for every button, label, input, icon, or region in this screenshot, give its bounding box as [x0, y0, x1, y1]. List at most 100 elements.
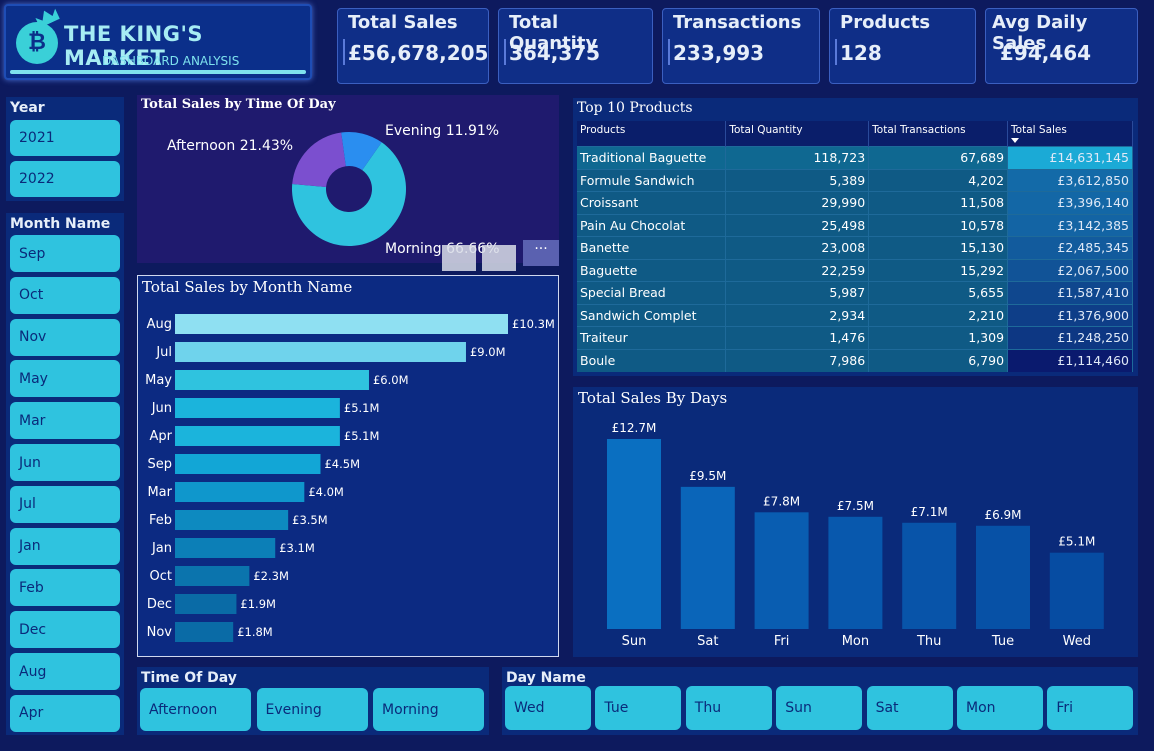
slicer-month-jul[interactable]: Jul — [10, 485, 120, 523]
day-tick-label: Tue — [991, 634, 1014, 649]
table-header-total-quantity[interactable]: Total Quantity — [725, 121, 870, 147]
table-cell: £1,376,900 — [1007, 303, 1133, 327]
slicer-day-tue[interactable]: Tue — [595, 686, 682, 730]
table-cell: Special Bread — [577, 281, 727, 304]
table-cell: £1,248,250 — [1007, 326, 1133, 349]
slicer-year-2022[interactable]: 2022 — [10, 161, 120, 197]
slicer-month-sep[interactable]: Sep — [10, 235, 120, 272]
slicer-day-fri[interactable]: Fri — [1047, 686, 1134, 730]
day-tick-label: Mon — [842, 634, 869, 649]
table-header-products[interactable]: Products — [577, 121, 727, 147]
table-row[interactable]: Formule Sandwich 5,389 4,202 £3,612,850 — [577, 168, 1133, 192]
more-options-icon[interactable]: ··· — [523, 240, 559, 266]
table-cell: 2,210 — [868, 303, 1009, 327]
kpi-avg-daily-sales: Avg Daily Sales £94,464 — [985, 8, 1138, 84]
slicer-month-feb[interactable]: Feb — [10, 569, 120, 607]
table-cell: Pain Au Chocolat — [577, 213, 727, 237]
slicer-day-sat[interactable]: Sat — [866, 686, 953, 730]
slicer-day-wed[interactable]: Wed — [505, 686, 591, 730]
table-cell: Traiteur — [577, 326, 727, 349]
table-cell: 118,723 — [725, 146, 870, 169]
slicer-month-dec[interactable]: Dec — [10, 611, 120, 649]
slicer-month-oct[interactable]: Oct — [10, 276, 120, 314]
month-bar-feb — [175, 510, 289, 530]
year-slicer-title: Year — [10, 100, 45, 116]
month-tick-label: Jun — [151, 401, 172, 416]
table-header-total-transactions[interactable]: Total Transactions — [868, 121, 1009, 147]
kpi-divider — [343, 39, 345, 65]
month-bar-jan — [175, 538, 276, 558]
table-cell: £14,631,145 — [1007, 146, 1133, 169]
table-cell: 4,202 — [868, 168, 1009, 192]
slicer-month-jun[interactable]: Jun — [10, 444, 120, 481]
month-data-label: £4.0M — [308, 485, 344, 499]
table-cell: Sandwich Complet — [577, 303, 727, 327]
day-data-label: £12.7M — [612, 421, 657, 435]
slicer-month-aug[interactable]: Aug — [10, 653, 120, 690]
table-row[interactable]: Baguette 22,259 15,292 £2,067,500 — [577, 258, 1133, 282]
month-sales-bars: Aug £10.3M Jul £9.0M May £6.0M Jun £5.1M Apr £5.1… — [145, 314, 555, 642]
kpi-label: Transactions — [673, 12, 802, 33]
table-cell: 7,986 — [725, 348, 870, 372]
month-sales-chart-panel: Total Sales by Month Name Aug £10.3M Jul £9… — [137, 275, 559, 657]
table-row[interactable]: Special Bread 5,987 5,655 £1,587,410 — [577, 281, 1133, 304]
slicer-month-apr[interactable]: Apr — [10, 694, 120, 732]
month-bar-apr — [175, 426, 340, 446]
table-row[interactable]: Sandwich Complet 2,934 2,210 £1,376,900 — [577, 303, 1133, 327]
day-bar-sun — [607, 439, 661, 629]
top-products-table: Products Total Quantity Total Transactions… — [577, 121, 1133, 372]
slicer-day-mon[interactable]: Mon — [957, 686, 1043, 730]
day-tick-label: Fri — [774, 634, 790, 649]
day-data-label: £7.8M — [763, 494, 800, 508]
slicer-month-jan[interactable]: Jan — [10, 527, 120, 565]
month-bar-may — [175, 370, 369, 390]
slicer-year-2021[interactable]: 2021 — [10, 120, 120, 156]
month-bar-dec — [175, 594, 237, 614]
day-bar-tue — [976, 525, 1030, 629]
table-row[interactable]: Croissant 29,990 11,508 £3,396,140 — [577, 191, 1133, 214]
slicer-day-thu[interactable]: Thu — [685, 686, 772, 730]
table-row[interactable]: Traiteur 1,476 1,309 £1,248,250 — [577, 326, 1133, 349]
slicer-time-evening[interactable]: Evening — [256, 688, 368, 731]
month-bar-mar — [175, 482, 305, 502]
table-row[interactable]: Pain Au Chocolat 25,498 10,578 £3,142,385 — [577, 213, 1133, 237]
day-bar-sat — [680, 486, 735, 629]
month-bar-jun — [175, 398, 340, 418]
month-tick-label: Aug — [147, 317, 172, 332]
month-tick-label: Oct — [150, 569, 172, 584]
table-cell: 5,655 — [868, 281, 1009, 304]
table-row[interactable]: Banette 23,008 15,130 £2,485,345 — [577, 236, 1133, 259]
table-cell: Traditional Baguette — [577, 146, 727, 169]
month-data-label: £1.8M — [237, 625, 273, 639]
table-cell: Croissant — [577, 191, 727, 214]
kpi-products: Products 128 — [829, 8, 976, 84]
month-tick-label: Sep — [147, 457, 172, 472]
table-row[interactable]: Boule 7,986 6,790 £1,114,460 — [577, 348, 1133, 372]
table-cell: 1,309 — [868, 326, 1009, 349]
table-cell: 29,990 — [725, 191, 870, 214]
days-sales-bars: £12.7M Sun £9.5M Sat £7.8M Fri £7.5M Mon £7.1M Th… — [607, 421, 1104, 649]
filter-visual-icon[interactable] — [442, 245, 476, 271]
slicer-time-morning[interactable]: Morning — [373, 688, 484, 731]
day-data-label: £7.5M — [837, 499, 874, 513]
table-row[interactable]: Traditional Baguette 118,723 67,689 £14,631… — [577, 146, 1133, 169]
kpi-label: Products — [840, 12, 931, 33]
month-data-label: £5.1M — [344, 401, 380, 415]
slicer-month-nov[interactable]: Nov — [10, 318, 120, 356]
slicer-month-mar[interactable]: Mar — [10, 402, 120, 440]
slicer-time-afternoon[interactable]: Afternoon — [140, 688, 251, 731]
day-bar-thu — [902, 522, 957, 629]
focus-mode-icon[interactable] — [482, 245, 516, 271]
month-tick-label: Nov — [147, 625, 173, 640]
days-sales-chart-panel: Total Sales By Days £12.7M Sun £9.5M Sat £7.… — [573, 387, 1138, 657]
table-cell: £3,396,140 — [1007, 191, 1133, 214]
table-cell: 5,987 — [725, 281, 870, 304]
table-header-total-sales[interactable]: Total Sales — [1007, 121, 1133, 147]
slicer-day-sun[interactable]: Sun — [776, 686, 863, 730]
month-bar-nov — [175, 622, 234, 642]
slicer-month-may[interactable]: May — [10, 360, 120, 398]
logo-underline — [10, 70, 306, 74]
month-data-label: £3.5M — [292, 513, 328, 527]
table-cell: £3,612,850 — [1007, 168, 1133, 192]
month-tick-label: Feb — [149, 513, 172, 528]
